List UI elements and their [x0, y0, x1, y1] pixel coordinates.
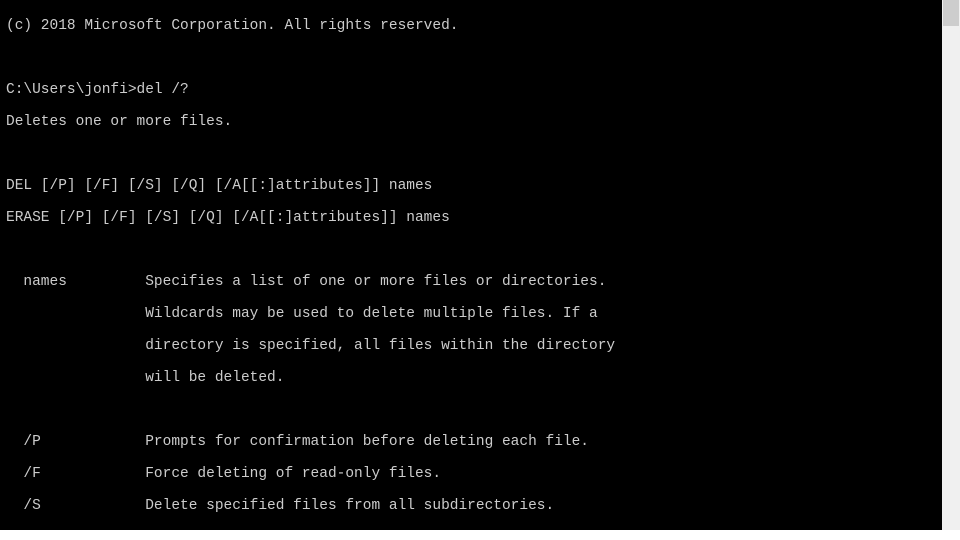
terminal-line: will be deleted.: [6, 370, 936, 386]
terminal-line: names Specifies a list of one or more fi…: [6, 274, 936, 290]
terminal-line: /P Prompts for confirmation before delet…: [6, 434, 936, 450]
terminal-line: [6, 242, 936, 258]
terminal-line: [6, 146, 936, 162]
terminal-line: DEL [/P] [/F] [/S] [/Q] [/A[[:]attribute…: [6, 178, 936, 194]
terminal-line: (c) 2018 Microsoft Corporation. All righ…: [6, 18, 936, 34]
terminal-line: Wildcards may be used to delete multiple…: [6, 306, 936, 322]
terminal-line: /S Delete specified files from all subdi…: [6, 498, 936, 514]
command-prompt-terminal[interactable]: (c) 2018 Microsoft Corporation. All righ…: [0, 0, 942, 530]
terminal-line: Deletes one or more files.: [6, 114, 936, 130]
terminal-line: directory is specified, all files within…: [6, 338, 936, 354]
terminal-line: [6, 402, 936, 418]
terminal-line: [6, 50, 936, 66]
terminal-line: /F Force deleting of read-only files.: [6, 466, 936, 482]
terminal-line: C:\Users\jonfi>del /?: [6, 82, 936, 98]
vertical-scrollbar[interactable]: [942, 0, 960, 530]
scrollbar-thumb[interactable]: [943, 0, 959, 26]
terminal-line: ERASE [/P] [/F] [/S] [/Q] [/A[[:]attribu…: [6, 210, 936, 226]
